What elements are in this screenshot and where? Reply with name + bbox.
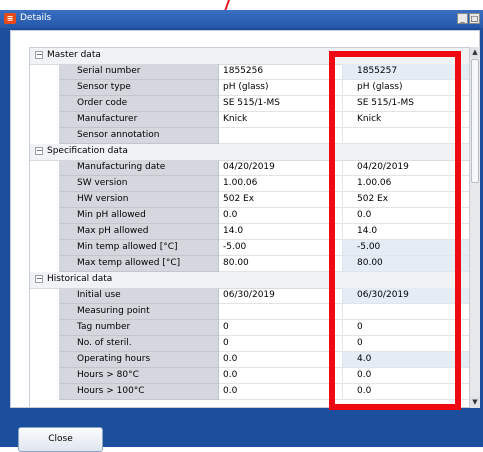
details-window: ≡ Details _ □ − Master data Serial number 1… <box>0 10 483 452</box>
sensor-2-value[interactable]: 1.00.06 <box>343 176 473 192</box>
property-label: Tag number <box>59 320 219 336</box>
sensor-2-value[interactable]: 14.0 <box>343 224 473 240</box>
table-row[interactable]: Tag number 0 0 <box>30 320 478 336</box>
sensor-1-value[interactable]: 0.0 <box>219 352 343 368</box>
sensor-1-value[interactable]: 1.00.06 <box>219 176 343 192</box>
property-label: HW version <box>59 192 219 208</box>
sensor-1-value[interactable]: 0.0 <box>219 384 343 400</box>
app-icon: ≡ <box>4 13 16 24</box>
collapse-icon[interactable]: − <box>35 147 43 155</box>
table-row[interactable]: HW version 502 Ex 502 Ex <box>30 192 478 208</box>
table-row[interactable]: Min pH allowed 0.0 0.0 <box>30 208 478 224</box>
scroll-up-arrow-icon[interactable]: ▲ <box>470 47 480 58</box>
sensor-2-value[interactable]: 502 Ex <box>343 192 473 208</box>
sensor-2-value[interactable]: 0 <box>343 336 473 352</box>
details-grid: − Master data Serial number 1855256 1855257 S… <box>29 47 479 407</box>
property-label: Hours > 80°C <box>59 368 219 384</box>
close-button[interactable]: Close <box>18 427 103 452</box>
sensor-1-value[interactable]: SE 515/1-MS <box>219 96 343 112</box>
sensor-1-value[interactable]: 0.0 <box>219 368 343 384</box>
sensor-1-value[interactable]: 502 Ex <box>219 192 343 208</box>
table-row[interactable]: Min temp allowed [°C] -5.00 -5.00 <box>30 240 478 256</box>
property-label: Order code <box>59 96 219 112</box>
sensor-2-value[interactable]: Knick <box>343 112 473 128</box>
table-row[interactable]: Hours > 100°C 0.0 0.0 <box>30 384 478 400</box>
property-label: Min pH allowed <box>59 208 219 224</box>
sensor-1-value[interactable]: 80.00 <box>219 256 343 272</box>
table-row[interactable]: SW version 1.00.06 1.00.06 <box>30 176 478 192</box>
table-row[interactable]: Sensor annotation <box>30 128 478 144</box>
table-row[interactable]: Initial use 06/30/2019 06/30/2019 <box>30 288 478 304</box>
section-title: Specification data <box>47 146 128 156</box>
property-label: SW version <box>59 176 219 192</box>
sensor-2-value[interactable]: 0.0 <box>343 368 473 384</box>
sensor-2-value[interactable]: 1855257 <box>343 64 473 80</box>
section-title: Master data <box>47 50 101 60</box>
property-label: Min temp allowed [°C] <box>59 240 219 256</box>
sensor-1-value[interactable]: -5.00 <box>219 240 343 256</box>
table-row[interactable]: No. of steril. 0 0 <box>30 336 478 352</box>
property-label: Sensor type <box>59 80 219 96</box>
maximize-button[interactable]: □ <box>469 13 480 24</box>
sensor-1-value[interactable]: 1855256 <box>219 64 343 80</box>
property-label: Sensor annotation <box>59 128 219 144</box>
sensor-1-value[interactable]: 0.0 <box>219 208 343 224</box>
sensor-2-value[interactable]: 4.0 <box>343 352 473 368</box>
property-label: Operating hours <box>59 352 219 368</box>
property-label: No. of steril. <box>59 336 219 352</box>
table-row[interactable]: Measuring point <box>30 304 478 320</box>
sensor-2-value[interactable]: 0 <box>343 320 473 336</box>
table-row[interactable]: Hours > 80°C 0.0 0.0 <box>30 368 478 384</box>
sensor-1-value[interactable]: Knick <box>219 112 343 128</box>
sensor-1-value[interactable]: 0 <box>219 320 343 336</box>
table-row[interactable]: Max temp allowed [°C] 80.00 80.00 <box>30 256 478 272</box>
sensor-2-value[interactable]: 06/30/2019 <box>343 288 473 304</box>
sensor-2-value[interactable]: SE 515/1-MS <box>343 96 473 112</box>
table-row[interactable]: Order code SE 515/1-MS SE 515/1-MS <box>30 96 478 112</box>
sensor-1-value[interactable] <box>219 128 343 144</box>
sensor-1-value[interactable] <box>219 304 343 320</box>
vertical-scrollbar[interactable]: ▲ ▼ <box>469 47 480 408</box>
sensor-2-value[interactable]: pH (glass) <box>343 80 473 96</box>
scroll-down-arrow-icon[interactable]: ▼ <box>470 397 480 408</box>
property-label: Initial use <box>59 288 219 304</box>
property-label: Max pH allowed <box>59 224 219 240</box>
table-row[interactable]: Manufacturer Knick Knick <box>30 112 478 128</box>
sensor-2-value[interactable] <box>343 128 473 144</box>
property-label: Serial number <box>59 64 219 80</box>
property-label: Measuring point <box>59 304 219 320</box>
sensor-2-value[interactable]: 0.0 <box>343 208 473 224</box>
property-label: Hours > 100°C <box>59 384 219 400</box>
scroll-thumb[interactable] <box>471 59 479 183</box>
sensor-1-value[interactable]: 0 <box>219 336 343 352</box>
sensor-2-value[interactable]: 0.0 <box>343 384 473 400</box>
title-bar[interactable]: ≡ Details _ □ <box>0 10 483 28</box>
collapse-icon[interactable]: − <box>35 51 43 59</box>
table-row[interactable]: Serial number 1855256 1855257 <box>30 64 478 80</box>
sensor-1-value[interactable]: 04/20/2019 <box>219 160 343 176</box>
section-header[interactable]: − Historical data <box>30 272 478 289</box>
table-row[interactable]: Operating hours 0.0 4.0 <box>30 352 478 368</box>
sensor-1-value[interactable]: pH (glass) <box>219 80 343 96</box>
sensor-2-value[interactable]: -5.00 <box>343 240 473 256</box>
section-header[interactable]: − Specification data <box>30 144 478 161</box>
details-panel: − Master data Serial number 1855256 1855257 S… <box>10 30 480 408</box>
sensor-1-value[interactable]: 14.0 <box>219 224 343 240</box>
window-title: Details <box>20 13 52 23</box>
property-label: Max temp allowed [°C] <box>59 256 219 272</box>
section-title: Historical data <box>47 274 113 284</box>
collapse-icon[interactable]: − <box>35 275 43 283</box>
table-row[interactable]: Manufacturing date 04/20/2019 04/20/2019 <box>30 160 478 176</box>
minimize-button[interactable]: _ <box>457 13 468 24</box>
table-row[interactable]: Max pH allowed 14.0 14.0 <box>30 224 478 240</box>
property-label: Manufacturer <box>59 112 219 128</box>
sensor-2-value[interactable]: 04/20/2019 <box>343 160 473 176</box>
sensor-1-value[interactable]: 06/30/2019 <box>219 288 343 304</box>
sensor-2-value[interactable]: 80.00 <box>343 256 473 272</box>
table-row[interactable]: Sensor type pH (glass) pH (glass) <box>30 80 478 96</box>
sensor-2-value[interactable] <box>343 304 473 320</box>
property-label: Manufacturing date <box>59 160 219 176</box>
section-header[interactable]: − Master data <box>30 48 478 65</box>
